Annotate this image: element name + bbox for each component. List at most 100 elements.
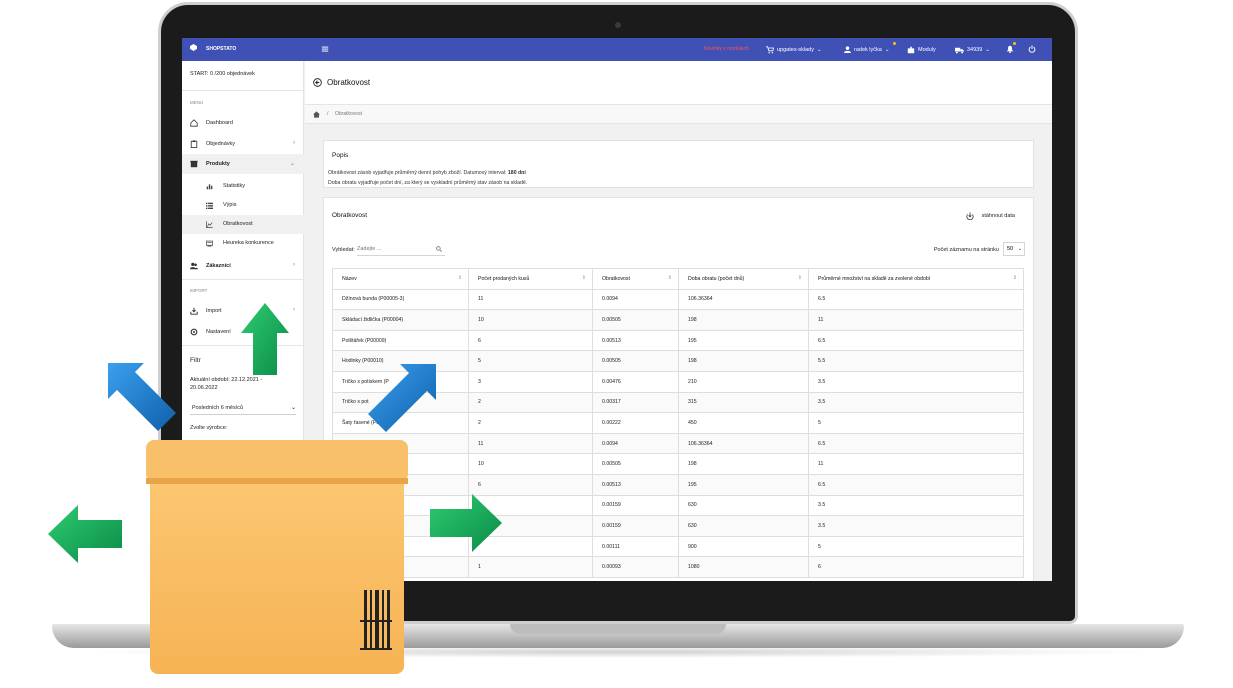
sidebar-item-label: Dashboard [206, 120, 233, 126]
order-quota: START: 0 /200 objednávek [190, 71, 255, 77]
sort-icon: ⇕ [581, 275, 586, 281]
table-cell: 0.00505 [592, 350, 679, 372]
table-cell: 3.5 [808, 391, 1024, 414]
gear-icon [190, 328, 198, 336]
user-name: radek lyčka [854, 46, 882, 53]
sidebar-subitem-statistics[interactable]: Statistiky [182, 177, 304, 196]
orders-count: 34939 [967, 47, 983, 53]
download-button[interactable]: stáhnout data [966, 212, 1015, 220]
header-label: Obratkovost [602, 275, 630, 282]
sidebar-item-label: Nastavení [206, 329, 231, 335]
table-cell: 0.00505 [592, 309, 679, 331]
table-row[interactable]: Šaty řasené (P0 2 0.00222 450 5 [332, 412, 1024, 434]
back-arrow-icon[interactable] [313, 78, 322, 87]
table-header-row: Název ⇕ Počet prodaných kusů ⇕ Obratkovost… [332, 268, 1024, 290]
sidebar-item-label: Import [206, 308, 222, 314]
column-header-turnover-days[interactable]: Doba obratu (počet dnů) ⇕ [678, 268, 809, 290]
chevron-down-icon: ⌄ [817, 47, 822, 53]
table-row[interactable]: Tričko s pot 2 0.00317 315 3.5 [332, 391, 1024, 414]
list-icon [206, 202, 213, 209]
puzzle-icon [907, 46, 915, 54]
header-label: Průměrné množství na skladě za zvolené o… [818, 275, 931, 282]
description-line-1: Obrátkovost zásob vyjadřuje průměrný den… [328, 170, 526, 176]
power-icon[interactable] [1028, 45, 1036, 53]
page-size-value: 50 [1007, 246, 1014, 252]
logo-icon [190, 44, 197, 51]
table-row[interactable]: 10 0.00505 198 11 [332, 453, 1024, 475]
header-label: Název [342, 275, 357, 282]
sidebar-subitem-heureka[interactable]: Heureka konkurence [182, 234, 304, 253]
table-cell: 450 [678, 412, 809, 434]
users-icon [190, 262, 198, 270]
table-row[interactable]: 0060.005131956.5 [332, 473, 1024, 496]
table-cell: 0.00476 [592, 370, 679, 393]
top-bar: SHOPSTATO Novinky v modulech upgates-skl… [182, 38, 1052, 61]
table-row[interactable]: Skládací židlička (P00004) 10 0.00505 198 11 [332, 309, 1024, 331]
sort-icon: ⇕ [1012, 275, 1017, 281]
store-selector[interactable]: upgates-sklady ⌄ [766, 46, 822, 54]
table-row[interactable]: 1 0.00093 1080 6 [332, 556, 1024, 578]
user-menu[interactable]: radek lyčka ⌄ [844, 46, 889, 53]
table-cell: 1080 [678, 556, 809, 578]
sidebar-item-customers[interactable]: Zákazníci › [182, 256, 304, 276]
modules-link[interactable]: Moduly [907, 46, 936, 54]
page-size-select[interactable]: 50 ⌄ [1003, 242, 1025, 256]
table-cell: 6 [468, 473, 593, 496]
search-icon [436, 246, 442, 252]
promo-scene: SHOPSTATO Novinky v modulech upgates-skl… [0, 0, 1233, 688]
sidebar-item-label: Zákazníci [206, 263, 231, 269]
sort-icon: ⇕ [667, 275, 672, 281]
menu-heading: MENU [190, 100, 204, 105]
period-label: Aktuální období: 22.12.2021 - 20.06.2022 [190, 377, 263, 391]
column-header-turnover[interactable]: Obratkovost ⇕ [592, 268, 679, 290]
table-cell: 10 [468, 453, 593, 475]
header-label: Doba obratu (počet dnů) [688, 275, 745, 282]
description-card: Popis Obrátkovost zásob vyjadřuje průměr… [323, 140, 1034, 188]
period-select[interactable]: Posledních 6 měsíců ⌄ [190, 401, 296, 415]
card-title: Obratkovost [332, 212, 368, 219]
table-row[interactable]: Polštářek (P00009) 6 0.00513 195 6.5 [332, 329, 1024, 352]
user-notification-dot [893, 42, 896, 45]
table-cell: 3.5 [808, 515, 1024, 537]
table-cell: 5 [468, 350, 593, 372]
table-cell: 5 [808, 535, 1024, 558]
column-header-name[interactable]: Název ⇕ [332, 268, 469, 290]
table-cell: 198 [678, 453, 809, 475]
home-icon[interactable] [313, 111, 320, 118]
hamburger-menu-icon[interactable] [321, 45, 329, 53]
table-cell: Skládací židlička (P00004) [332, 309, 469, 331]
search-input[interactable] [357, 243, 445, 256]
column-header-sold[interactable]: Počet prodaných kusů ⇕ [468, 268, 593, 290]
table-cell: 3.5 [808, 494, 1024, 517]
laptop-notch [510, 624, 726, 634]
sidebar-item-orders[interactable]: Objednávky › [182, 134, 304, 154]
column-header-average-stock[interactable]: Průměrné množství na skladě za zvolené o… [808, 268, 1024, 290]
table-row[interactable]: Tričko s potiskem (P 3 0.00476 210 3.5 [332, 370, 1024, 393]
sidebar-subitem-label: Statistiky [223, 183, 246, 189]
table-cell: 3 [468, 370, 593, 393]
chevron-down-icon: ⌄ [1017, 246, 1022, 252]
sidebar-subitem-turnover[interactable]: Obratkovost [182, 215, 304, 234]
modules-label: Moduly [918, 47, 936, 53]
sidebar-item-dashboard[interactable]: Dashboard [182, 113, 304, 133]
sidebar-subitem-label: Heureka konkurence [223, 240, 274, 246]
user-icon [844, 46, 851, 53]
table-row[interactable]: Hodinky (P00010) 5 0.00505 198 5.5 [332, 350, 1024, 372]
sidebar-item-products[interactable]: Produkty ⌄ [182, 154, 304, 174]
chevron-down-icon: ⌄ [884, 46, 890, 53]
sidebar-subitem-list[interactable]: Výpis [182, 196, 304, 215]
table-cell: 0.00093 [592, 556, 679, 578]
bell-icon[interactable] [1006, 45, 1014, 53]
description-text: Obrátkovost zásob vyjadřuje průměrný den… [328, 170, 508, 176]
sort-icon: ⇕ [457, 275, 462, 281]
table-cell: Polštářek (P00009) [332, 329, 469, 352]
interval-value: 180 dní [507, 170, 526, 176]
orders-selector[interactable]: 34939 ⌄ [955, 46, 990, 54]
search-label: Vyhledat: [332, 247, 355, 253]
table-row[interactable]: Džínová bunda (P00005-3) 11 0.0094 106.3636… [332, 288, 1024, 311]
truck-icon [955, 47, 964, 54]
news-link[interactable]: Novinky v modulech [704, 46, 749, 52]
table-row[interactable]: Džínová bunda (P0000110.0094106.363646.5 [332, 432, 1024, 455]
card-title: Popis [332, 152, 349, 159]
table-cell: 6 [808, 556, 1024, 578]
